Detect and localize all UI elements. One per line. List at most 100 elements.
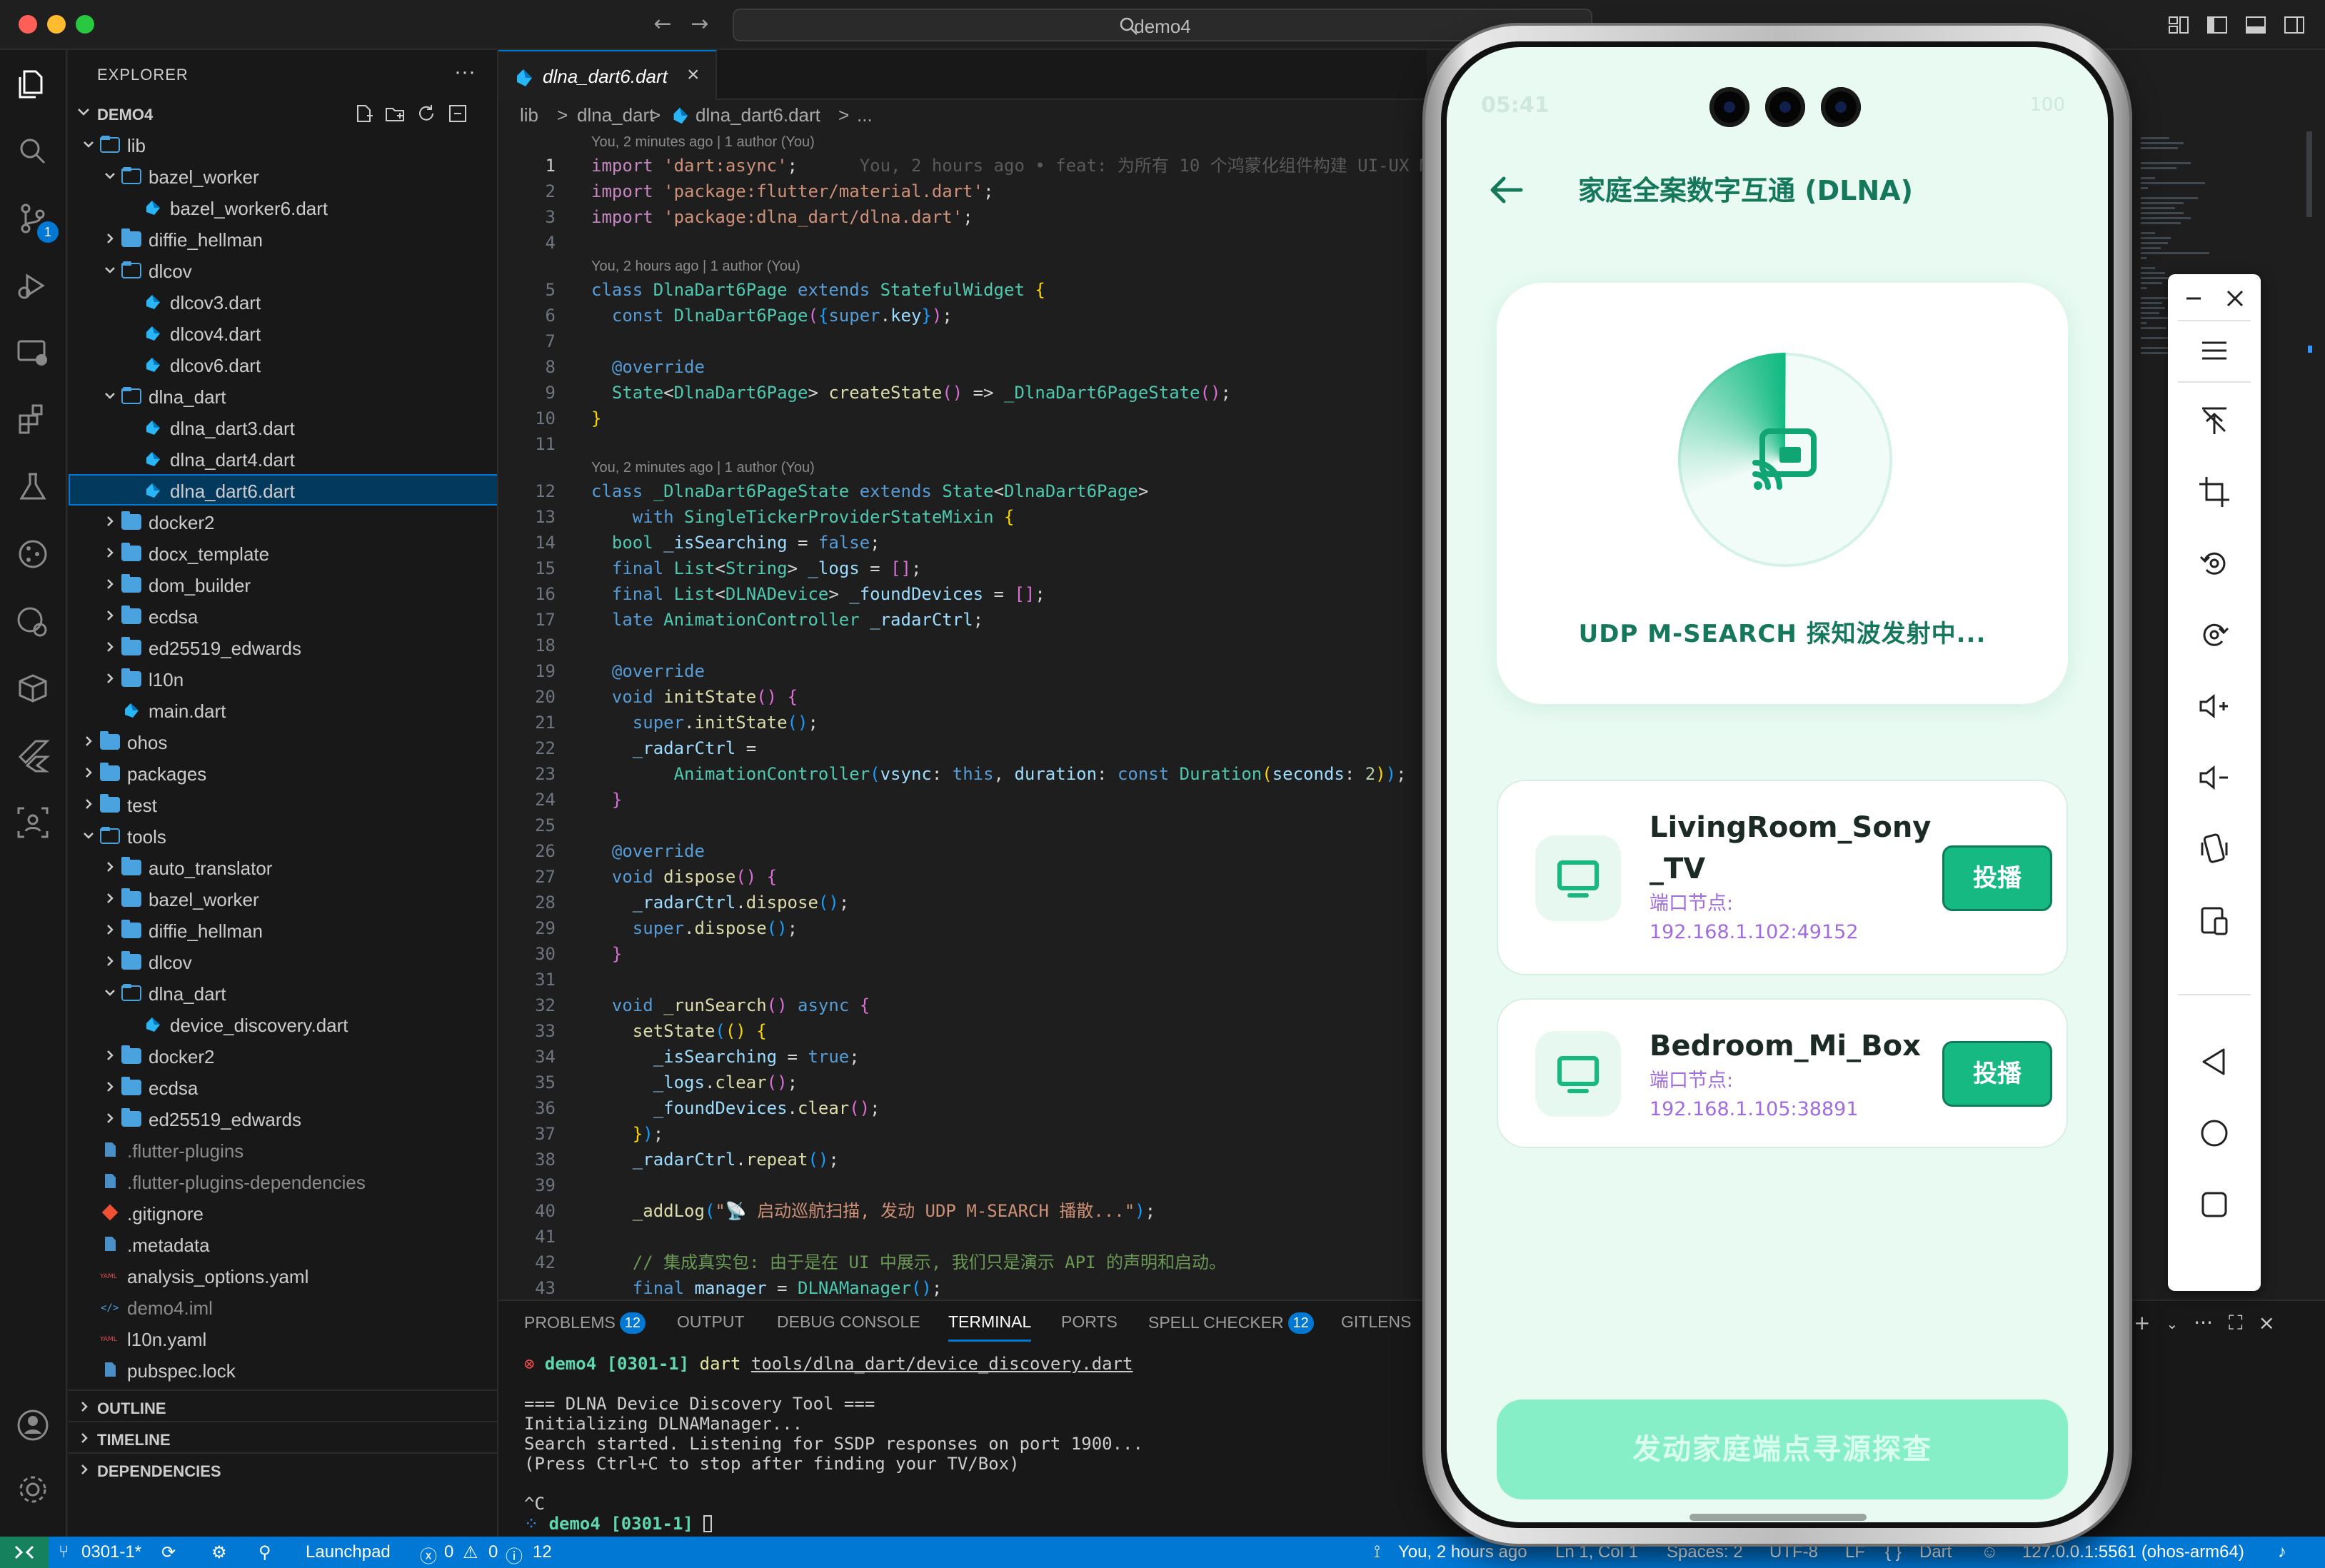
copilot-icon[interactable]: ☺ [1981, 1542, 1999, 1562]
tree-item[interactable]: .flutter-plugins [69, 1134, 497, 1165]
settings-gear-icon[interactable] [14, 1471, 51, 1508]
tab-gitlens[interactable]: GITLENS [1341, 1312, 1411, 1332]
tree-item[interactable]: main.dart [69, 694, 497, 725]
extensions-icon[interactable] [14, 401, 51, 438]
tree-item[interactable]: dlcov6.dart [69, 348, 497, 380]
warnings-count[interactable]: 0 [488, 1542, 498, 1562]
new-file-icon[interactable] [353, 103, 374, 124]
cast-button[interactable]: 投播 [1942, 845, 2052, 911]
tab-output[interactable]: OUTPUT [677, 1312, 745, 1332]
window-minimize-button[interactable] [47, 15, 66, 34]
line-ending[interactable]: LF [1845, 1542, 1865, 1562]
start-discovery-button[interactable]: 发动家庭端点寻源探查 [1497, 1399, 2068, 1499]
remote-indicator[interactable] [0, 1537, 49, 1568]
explorer-icon[interactable] [14, 66, 51, 103]
indentation[interactable]: Spaces: 2 [1667, 1542, 1743, 1562]
tree-item[interactable]: bazel_worker [69, 160, 497, 191]
close-panel-icon[interactable]: × [2259, 1311, 2275, 1337]
breadcrumb-symbol[interactable]: ... [857, 104, 873, 126]
testing-icon[interactable] [14, 468, 51, 506]
tree-item[interactable]: YAML analysis_options.yaml [69, 1260, 497, 1291]
refresh-icon[interactable] [416, 103, 437, 124]
cast-button[interactable]: 投播 [1942, 1041, 2052, 1107]
run-debug-icon[interactable] [14, 267, 51, 304]
search-icon[interactable] [14, 133, 51, 170]
window-maximize-button[interactable] [76, 15, 94, 34]
tree-item[interactable]: dlna_dart [69, 380, 497, 411]
tree-item[interactable]: docker2 [69, 1040, 497, 1071]
tree-item[interactable]: YAML l10n.yaml [69, 1322, 497, 1354]
sync-icon[interactable]: ⟳ [161, 1542, 176, 1563]
source-control-icon[interactable]: 1 [14, 200, 59, 243]
launchpad-label[interactable]: Launchpad [306, 1542, 391, 1562]
codelens-authors[interactable]: You, 2 minutes ago | 1 author (You) [498, 457, 1427, 478]
back-arrow-icon[interactable]: ← [650, 11, 676, 37]
tree-item[interactable]: bazel_worker [69, 883, 497, 914]
device-card[interactable]: LivingRoom_Sony _TV 端口节点: 192.168.1.102:49… [1497, 780, 2068, 975]
tree-item[interactable]: diffie_hellman [69, 914, 497, 945]
remote-explorer-icon[interactable] [14, 334, 51, 371]
tree-item[interactable]: bazel_worker6.dart [69, 191, 497, 223]
shake-device-icon[interactable] [2196, 831, 2232, 867]
workspace-root[interactable]: DEMO4 [69, 97, 497, 129]
tree-item[interactable]: docx_template [69, 537, 497, 568]
close-tab-icon[interactable]: × [687, 63, 700, 87]
toggle-sidebar-icon[interactable] [2205, 13, 2229, 37]
terminal-output[interactable]: ⊗ demo4 [0301-1] dart tools/dlna_dart/de… [524, 1354, 1143, 1534]
breadcrumb-dlna-dart[interactable]: dlna_dart [577, 104, 654, 126]
tree-item[interactable]: l10n [69, 663, 497, 694]
tree-item[interactable]: docker2 [69, 506, 497, 537]
tab-ports[interactable]: PORTS [1061, 1312, 1118, 1332]
tree-item[interactable]: packages [69, 757, 497, 788]
screenshot-crop-icon[interactable] [2196, 474, 2232, 510]
gitlens-status-icon[interactable]: ⚙ [211, 1542, 227, 1563]
cursor-position[interactable]: Ln 1, Col 1 [1555, 1542, 1638, 1562]
tree-item[interactable]: ohos [69, 725, 497, 757]
window-close-button[interactable] [19, 15, 37, 34]
tree-item[interactable]: dlcov4.dart [69, 317, 497, 348]
notifications-bell-icon[interactable]: ♪ [2278, 1542, 2286, 1562]
tree-item[interactable]: ed25519_edwards [69, 1102, 497, 1134]
status-blame[interactable]: You, 2 hours ago [1398, 1542, 1527, 1562]
volume-up-icon[interactable] [2196, 688, 2232, 724]
gitlens-icon[interactable] [14, 603, 51, 640]
encoding[interactable]: UTF-8 [1769, 1542, 1818, 1562]
tree-item[interactable]: tools [69, 820, 497, 851]
rotate-left-icon[interactable] [2196, 546, 2232, 581]
tree-item[interactable]: pubspec.lock [69, 1354, 497, 1385]
tree-item[interactable]: dlna_dart3.dart [69, 411, 497, 443]
tree-item[interactable]: dlna_dart6.dart [69, 474, 497, 506]
menu-icon[interactable] [2196, 333, 2232, 368]
git-graph-icon[interactable] [14, 536, 51, 573]
info-count[interactable]: 12 [533, 1542, 552, 1562]
nav-recents-icon[interactable] [2196, 1187, 2232, 1222]
tree-item[interactable]: .flutter-plugins-dependencies [69, 1165, 497, 1197]
errors-count[interactable]: 0 [444, 1542, 453, 1562]
more-actions-icon[interactable]: ··· [2194, 1311, 2213, 1337]
tree-item[interactable]: dom_builder [69, 568, 497, 600]
tree-item[interactable]: ed25519_edwards [69, 631, 497, 663]
tree-item[interactable]: test [69, 788, 497, 820]
tree-item[interactable]: dlcov [69, 945, 497, 977]
command-center-search[interactable]: demo4 [733, 9, 1592, 41]
tree-item[interactable]: dlna_dart [69, 977, 497, 1008]
tree-item[interactable]: ecdsa [69, 600, 497, 631]
tree-item[interactable]: dlna_dart4.dart [69, 443, 497, 474]
codelens-authors[interactable]: You, 2 minutes ago | 1 author (You) [498, 131, 1427, 153]
tab-terminal[interactable]: TERMINAL [948, 1312, 1032, 1342]
new-terminal-icon[interactable]: + [2134, 1311, 2150, 1337]
minimize-icon[interactable] [2179, 284, 2208, 313]
tree-item[interactable]: lib [69, 129, 497, 160]
maximize-panel-icon[interactable]: ⛶ [2229, 1311, 2243, 1337]
dependencies-section[interactable]: DEPENDENCIES [69, 1452, 497, 1484]
breadcrumb-file[interactable]: dlna_dart6.dart [696, 104, 820, 126]
tree-item[interactable]: device_discovery.dart [69, 1008, 497, 1040]
device-card[interactable]: Bedroom_Mi_Box 端口节点: 192.168.1.105:38891 … [1497, 998, 2068, 1148]
code-editor[interactable]: You, 2 minutes ago | 1 author (You) 1 imp… [498, 131, 1427, 1300]
nav-back-icon[interactable] [2196, 1044, 2232, 1080]
new-folder-icon[interactable] [384, 103, 406, 124]
device-inspector-icon[interactable] [14, 804, 51, 841]
customize-layout-icon[interactable] [2166, 13, 2191, 37]
close-icon[interactable] [2221, 284, 2249, 313]
tab-debug-console[interactable]: DEBUG CONSOLE [777, 1312, 920, 1332]
